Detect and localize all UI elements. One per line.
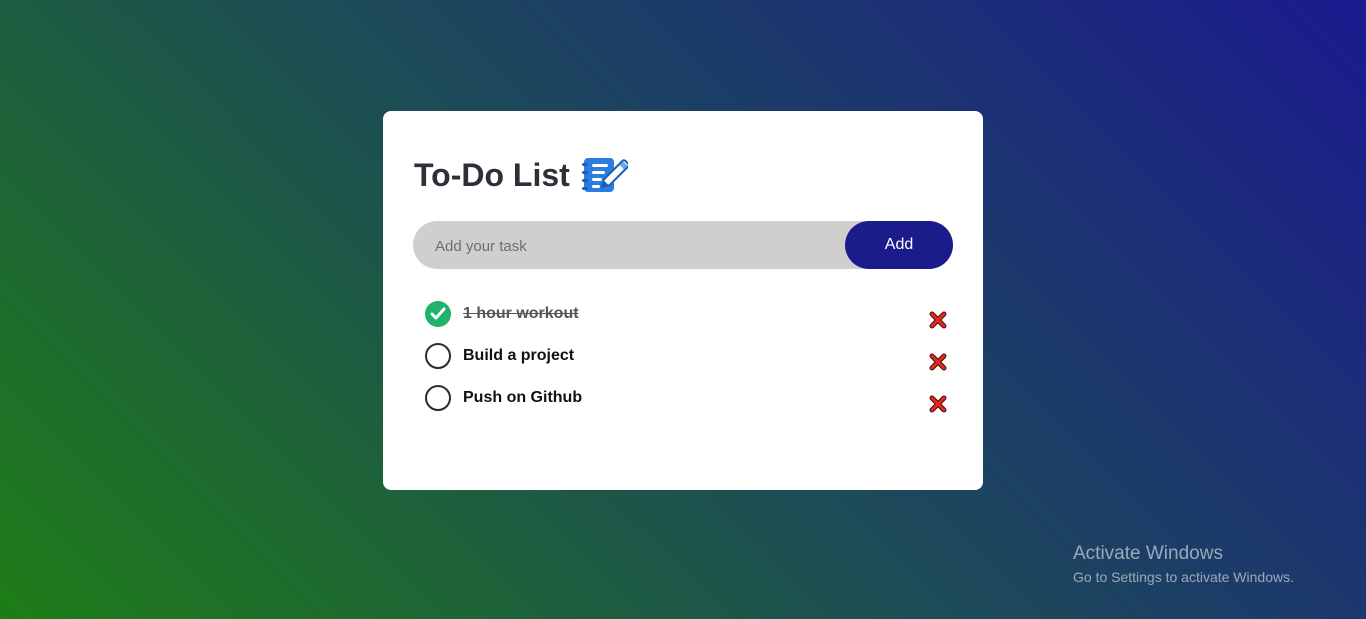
watermark-subtitle: Go to Settings to activate Windows. xyxy=(1073,569,1294,585)
watermark-title: Activate Windows xyxy=(1073,543,1223,564)
task-item[interactable]: Push on Github xyxy=(425,385,955,427)
activate-windows-watermark: Activate Windows Go to Settings to activ… xyxy=(1073,543,1294,587)
delete-icon[interactable] xyxy=(929,353,947,371)
add-button[interactable]: Add xyxy=(845,221,953,269)
task-input-row: Add xyxy=(413,221,953,271)
task-text: Push on Github xyxy=(463,389,583,406)
app-title: To-Do List xyxy=(414,157,570,193)
title-row: To-Do List xyxy=(414,155,630,195)
task-text: Build a project xyxy=(463,347,575,364)
task-item[interactable]: 1 hour workout xyxy=(425,301,955,343)
empty-circle-icon[interactable] xyxy=(425,343,451,369)
checked-circle-icon[interactable] xyxy=(425,301,451,327)
todo-card: To-Do List Add your task Add 1 hour work… xyxy=(383,111,983,490)
empty-circle-icon[interactable] xyxy=(425,385,451,411)
task-text: 1 hour workout xyxy=(463,305,579,322)
task-item[interactable]: Build a project xyxy=(425,343,955,385)
delete-icon[interactable] xyxy=(929,395,947,413)
task-list: 1 hour workout Build a project Push on G… xyxy=(425,301,955,427)
notes-pencil-icon xyxy=(581,155,630,195)
task-input[interactable] xyxy=(433,221,837,271)
delete-icon[interactable] xyxy=(929,311,947,329)
